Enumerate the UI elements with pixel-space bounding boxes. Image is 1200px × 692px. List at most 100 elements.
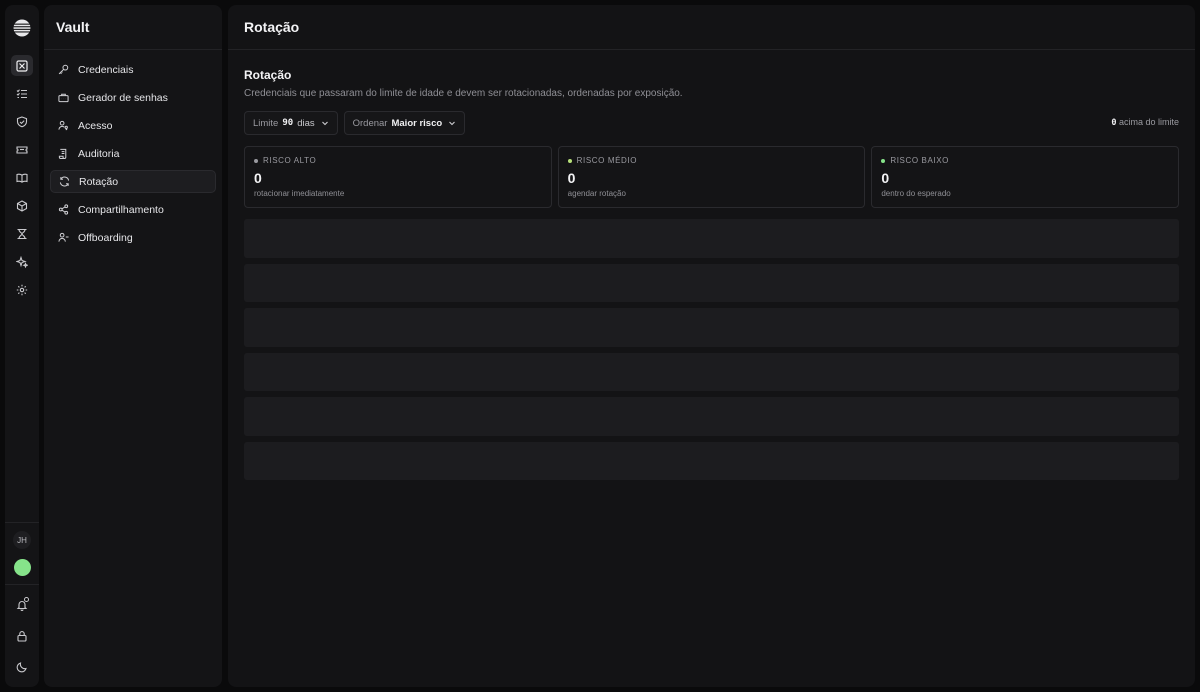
sidebar-item-gerador[interactable]: Gerador de senhas: [50, 86, 216, 109]
sidebar-item-rotacao[interactable]: Rotação: [50, 170, 216, 193]
sparkle-icon: [16, 255, 28, 268]
above-limit-count: 0 acima do limite: [1111, 117, 1179, 128]
status-avatar[interactable]: [13, 559, 31, 576]
card-label-text: RISCO MÉDIO: [576, 156, 638, 165]
card-label: RISCO BAIXO: [881, 156, 1169, 165]
card-value: 0: [567, 170, 576, 186]
order-select[interactable]: Ordenar Maior risco: [343, 111, 466, 135]
section-title: Rotação: [244, 68, 292, 82]
sidebar-item-label: Rotação: [79, 175, 119, 188]
notification-dot: [24, 597, 29, 602]
rail-item-sparkle[interactable]: [11, 251, 33, 272]
chevron-down-icon: [321, 121, 328, 126]
rail-item-ticket[interactable]: [11, 139, 33, 160]
page-title: Rotação: [228, 5, 1195, 50]
rail-nav: [11, 55, 33, 300]
sidebar-item-offboarding[interactable]: Offboarding: [50, 226, 216, 249]
above-limit-number: 0: [1111, 118, 1117, 128]
user-avatar[interactable]: JH: [13, 531, 31, 549]
sidebar-item-label: Auditoria: [78, 147, 120, 160]
sidebar-nav: Credenciais Gerador de senhas Acesso Aud…: [44, 50, 222, 257]
card-label: RISCO MÉDIO: [567, 156, 856, 165]
sidebar-item-label: Acesso: [78, 119, 113, 132]
loading-skeleton-list: [244, 219, 1179, 480]
rail-item-hourglass[interactable]: [11, 223, 33, 244]
limit-label: Limite: [253, 117, 279, 129]
limit-value: 90: [282, 118, 294, 128]
sidebar-item-credenciais[interactable]: Credenciais: [50, 58, 216, 81]
theme-toggle-button[interactable]: [11, 656, 33, 677]
skeleton-row: [244, 441, 1179, 480]
vault-grid-icon: [16, 59, 28, 72]
key-icon: [58, 64, 69, 75]
ticket-icon: [16, 145, 28, 154]
rail-item-checklist[interactable]: [11, 83, 33, 104]
risk-card-medium: RISCO MÉDIO 0 agendar rotação: [557, 146, 866, 208]
skeleton-row: [244, 263, 1179, 302]
cube-icon: [16, 199, 28, 212]
risk-dot: [254, 158, 258, 163]
rail-item-shield[interactable]: [11, 111, 33, 132]
book-icon: [16, 173, 28, 183]
shield-check-icon: [16, 115, 28, 127]
rotation-content: Rotação Credenciais que passaram do limi…: [228, 50, 1195, 480]
hourglass-icon: [17, 228, 27, 239]
rail-bottom: JH: [5, 522, 39, 687]
rail-item-settings[interactable]: [11, 279, 33, 300]
rail-divider: [5, 522, 39, 523]
card-label: RISCO ALTO: [254, 156, 542, 165]
rotate-icon: [59, 176, 70, 187]
sidebar-item-label: Offboarding: [78, 231, 133, 244]
rail-item-book[interactable]: [11, 167, 33, 188]
filter-toolbar: Limite 90 dias Ordenar Maior risco 0 aci…: [244, 111, 1179, 135]
section-description: Credenciais que passaram do limite de id…: [244, 88, 683, 99]
rail-tools: [11, 594, 33, 677]
checklist-icon: [16, 88, 27, 98]
limit-unit: dias: [297, 117, 315, 129]
user-key-icon: [58, 120, 68, 131]
above-limit-label: acima do limite: [1118, 117, 1179, 127]
risk-cards: RISCO ALTO 0 rotacionar imediatamente RI…: [244, 146, 1180, 208]
rail-item-cube[interactable]: [11, 195, 33, 216]
user-minus-icon: [58, 232, 69, 242]
sidebar-title: Vault: [44, 5, 222, 50]
icon-rail: JH: [5, 5, 39, 687]
sidebar-item-label: Gerador de senhas: [78, 91, 168, 104]
sidebar-item-acesso[interactable]: Acesso: [50, 114, 216, 137]
skeleton-row: [244, 397, 1179, 436]
risk-dot: [881, 158, 886, 163]
risk-card-low: RISCO BAIXO 0 dentro do esperado: [871, 146, 1180, 208]
card-value: 0: [881, 170, 890, 186]
skeleton-row: [244, 219, 1179, 258]
main-panel: Rotação Rotação Credenciais que passaram…: [228, 5, 1195, 687]
card-subtitle: agendar rotação: [567, 189, 626, 198]
sidebar-item-compartilhamento[interactable]: Compartilhamento: [50, 198, 216, 221]
lock-button[interactable]: [11, 625, 33, 646]
gear-icon: [16, 284, 28, 295]
card-subtitle: rotacionar imediatamente: [254, 189, 345, 198]
sidebar-item-label: Compartilhamento: [78, 203, 164, 216]
vault-logo-icon[interactable]: [13, 19, 31, 37]
audit-scroll-icon: [58, 148, 67, 159]
card-subtitle: dentro do esperado: [881, 189, 951, 198]
sidebar-item-auditoria[interactable]: Auditoria: [50, 142, 216, 165]
card-label-text: RISCO ALTO: [263, 156, 317, 165]
moon-icon: [16, 661, 27, 672]
vault-sidebar: Vault Credenciais Gerador de senhas Aces…: [44, 5, 222, 687]
order-value: Maior risco: [391, 117, 443, 129]
skeleton-row: [244, 352, 1179, 391]
skeleton-row: [244, 308, 1179, 347]
lock-icon: [17, 630, 27, 642]
risk-dot: [567, 158, 572, 163]
sidebar-item-label: Credenciais: [78, 63, 134, 76]
order-label: Ordenar: [352, 117, 388, 129]
chevron-down-icon: [449, 121, 456, 126]
limit-select[interactable]: Limite 90 dias: [244, 111, 338, 135]
risk-card-high: RISCO ALTO 0 rotacionar imediatamente: [244, 146, 552, 208]
notifications-button[interactable]: [11, 594, 33, 615]
rail-divider: [5, 584, 39, 585]
share-icon: [58, 204, 69, 215]
rail-item-vault[interactable]: [11, 55, 33, 76]
card-value: 0: [254, 170, 262, 186]
generator-icon: [58, 93, 69, 103]
